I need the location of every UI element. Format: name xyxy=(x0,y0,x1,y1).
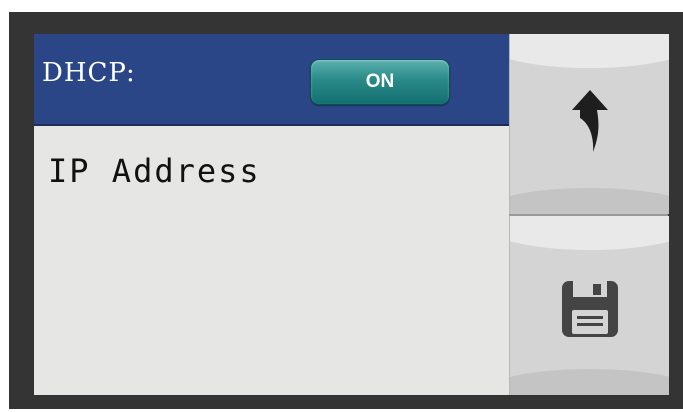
undo-arrow-icon xyxy=(571,90,608,152)
header-divider xyxy=(34,124,509,126)
dhcp-label: DHCP: xyxy=(42,58,136,88)
back-button[interactable] xyxy=(509,34,669,214)
dhcp-toggle-button[interactable]: ON xyxy=(310,59,450,105)
gloss-highlight xyxy=(510,216,669,250)
ip-address-label: IP Address xyxy=(48,152,261,190)
gloss-highlight xyxy=(510,34,669,68)
save-button[interactable] xyxy=(509,216,669,395)
dhcp-header: DHCP: ON xyxy=(34,34,509,124)
gloss-shadow xyxy=(510,188,669,214)
floppy-disk-icon xyxy=(561,281,618,337)
screen: DHCP: ON IP Address xyxy=(34,34,669,395)
gloss-shadow xyxy=(510,369,669,395)
